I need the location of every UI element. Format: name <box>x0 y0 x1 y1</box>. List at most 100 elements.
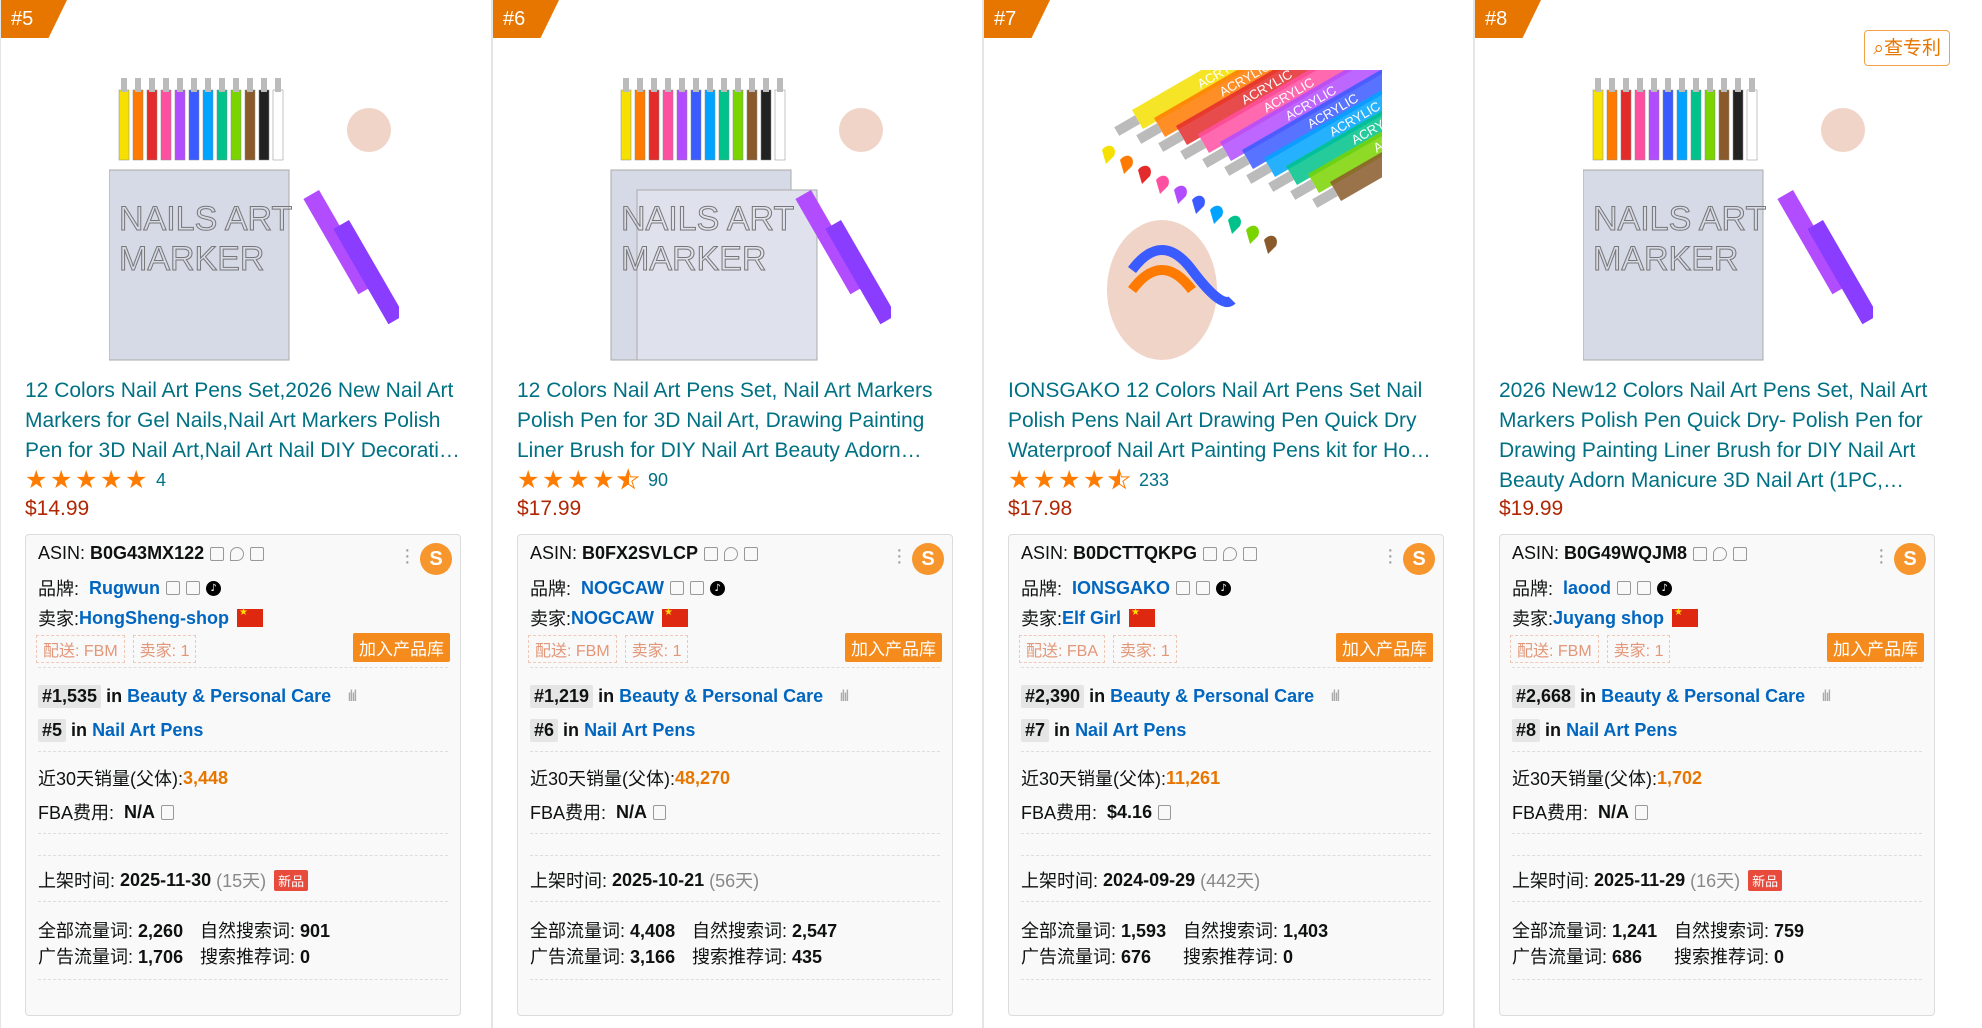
product-image[interactable]: NAILS ART MARKER <box>1583 70 1873 370</box>
rec-value[interactable]: 0 <box>1774 947 1784 967</box>
add-to-library-button[interactable]: 加入产品库 <box>845 633 942 662</box>
product-title[interactable]: 12 Colors Nail Art Pens Set, Nail Art Ma… <box>517 376 967 466</box>
copy-icon[interactable] <box>1203 546 1218 561</box>
share-icon[interactable] <box>186 581 201 595</box>
rating-count[interactable]: 4 <box>156 470 166 491</box>
bar-chart-icon[interactable]: ılıl <box>839 688 849 706</box>
seller-link[interactable]: Juyang shop <box>1553 608 1664 629</box>
listing-date-row: 上架时间: 2024-09-29 (442天) <box>1021 867 1260 893</box>
bar-chart-icon[interactable]: ılıl <box>1821 688 1831 706</box>
share-icon[interactable] <box>744 546 759 561</box>
rating-count[interactable]: 233 <box>1139 470 1169 491</box>
calculator-icon[interactable] <box>653 804 667 820</box>
copy-icon[interactable] <box>1176 581 1191 595</box>
share-icon[interactable] <box>690 581 705 595</box>
more-options-icon[interactable]: · · · <box>896 540 903 572</box>
calculator-icon[interactable] <box>1158 804 1172 820</box>
organic-value[interactable]: 1,403 <box>1283 921 1328 941</box>
organic-value[interactable]: 2,547 <box>792 921 837 941</box>
copy-icon[interactable] <box>670 581 685 595</box>
ad-kw-value[interactable]: 1,706 <box>138 947 183 967</box>
more-options-icon[interactable]: · · · <box>1878 540 1885 572</box>
sellersprite-logo-icon[interactable]: S <box>912 543 944 575</box>
sellersprite-logo-icon[interactable]: S <box>420 543 452 575</box>
tiktok-icon[interactable]: ♪ <box>1657 580 1673 596</box>
rec-value[interactable]: 0 <box>300 947 310 967</box>
sales-value[interactable]: 11,261 <box>1166 768 1220 789</box>
seller-link[interactable]: Elf Girl <box>1062 608 1121 629</box>
total-kw-value[interactable]: 2,260 <box>138 921 183 941</box>
listed-days: (442天) <box>1200 871 1261 891</box>
copy-icon[interactable] <box>210 546 225 561</box>
sales-value[interactable]: 1,702 <box>1657 768 1702 789</box>
add-to-library-button[interactable]: 加入产品库 <box>1827 633 1924 662</box>
tiktok-icon[interactable]: ♪ <box>206 580 222 596</box>
ad-kw-value[interactable]: 686 <box>1612 947 1642 967</box>
rating-count[interactable]: 90 <box>648 470 668 491</box>
bsr-main-category[interactable]: Beauty & Personal Care <box>127 686 331 707</box>
share-icon[interactable] <box>1196 581 1211 595</box>
tiktok-icon[interactable]: ♪ <box>1216 580 1232 596</box>
product-title[interactable]: 2026 New12 Colors Nail Art Pens Set, Nai… <box>1499 376 1949 496</box>
patent-label[interactable]: 查专利 <box>1884 37 1941 59</box>
total-kw-value[interactable]: 4,408 <box>630 921 675 941</box>
calculator-icon[interactable] <box>1635 804 1649 820</box>
bsr-sub-row: #6 in Nail Art Pens <box>530 719 695 742</box>
bsr-main-category[interactable]: Beauty & Personal Care <box>1601 686 1805 707</box>
brand-link[interactable]: Rugwun <box>89 578 160 599</box>
share-icon[interactable] <box>1637 581 1652 595</box>
brand-label: 品牌: <box>1021 579 1063 599</box>
share-icon[interactable] <box>250 546 265 561</box>
organic-value[interactable]: 759 <box>1774 921 1804 941</box>
rec-value[interactable]: 435 <box>792 947 822 967</box>
location-icon[interactable] <box>230 546 245 561</box>
bsr-main-category[interactable]: Beauty & Personal Care <box>619 686 823 707</box>
bsr-sub-category[interactable]: Nail Art Pens <box>584 720 695 741</box>
brand-link[interactable]: laood <box>1563 578 1611 599</box>
divider <box>38 751 448 752</box>
product-image[interactable]: NAILS ART MARKER <box>109 70 399 370</box>
product-image[interactable]: NAILS ART MARKER <box>601 70 891 370</box>
more-options-icon[interactable]: · · · <box>1387 540 1394 572</box>
bsr-sub-category[interactable]: Nail Art Pens <box>1075 720 1186 741</box>
product-title[interactable]: IONSGAKO 12 Colors Nail Art Pens Set Nai… <box>1008 376 1458 466</box>
total-kw-value[interactable]: 1,593 <box>1121 921 1166 941</box>
total-kw-value[interactable]: 1,241 <box>1612 921 1657 941</box>
calculator-icon[interactable] <box>161 804 175 820</box>
location-icon[interactable] <box>1713 546 1728 561</box>
brand-link[interactable]: NOGCAW <box>581 578 664 599</box>
bsr-main-category[interactable]: Beauty & Personal Care <box>1110 686 1314 707</box>
more-options-icon[interactable]: · · · <box>404 540 411 572</box>
bsr-sub-category[interactable]: Nail Art Pens <box>92 720 203 741</box>
copy-icon[interactable] <box>704 546 719 561</box>
divider <box>1512 855 1922 856</box>
product-image[interactable]: ACRYLIC ACRYLIC ACRYLIC ACRYLIC ACRYLIC ACRYL… <box>1092 70 1382 370</box>
bsr-sub-category[interactable]: Nail Art Pens <box>1566 720 1677 741</box>
bar-chart-icon[interactable]: ılıl <box>1330 688 1340 706</box>
sellersprite-logo-icon[interactable]: S <box>1894 543 1926 575</box>
copy-icon[interactable] <box>166 581 181 595</box>
copy-icon[interactable] <box>1617 581 1632 595</box>
product-title[interactable]: 12 Colors Nail Art Pens Set,2026 New Nai… <box>25 376 475 466</box>
tiktok-icon[interactable]: ♪ <box>710 580 726 596</box>
add-to-library-button[interactable]: 加入产品库 <box>353 633 450 662</box>
seller-label: 卖家: <box>530 609 572 629</box>
sales-value[interactable]: 3,448 <box>183 768 228 789</box>
ad-kw-value[interactable]: 3,166 <box>630 947 675 967</box>
seller-link[interactable]: NOGCAW <box>571 608 654 629</box>
add-to-library-button[interactable]: 加入产品库 <box>1336 633 1433 662</box>
copy-icon[interactable] <box>1693 546 1708 561</box>
rec-value[interactable]: 0 <box>1283 947 1293 967</box>
seller-link[interactable]: HongSheng-shop <box>79 608 229 629</box>
sellersprite-logo-icon[interactable]: S <box>1403 543 1435 575</box>
sales-value[interactable]: 48,270 <box>675 768 730 789</box>
share-icon[interactable] <box>1243 546 1258 561</box>
location-icon[interactable] <box>1223 546 1238 561</box>
patent-button[interactable]: ⌕查专利 <box>1864 30 1950 66</box>
share-icon[interactable] <box>1733 546 1748 561</box>
location-icon[interactable] <box>724 546 739 561</box>
ad-kw-value[interactable]: 676 <box>1121 947 1151 967</box>
bar-chart-icon[interactable]: ılıl <box>347 688 357 706</box>
organic-value[interactable]: 901 <box>300 921 330 941</box>
brand-link[interactable]: IONSGAKO <box>1072 578 1170 599</box>
